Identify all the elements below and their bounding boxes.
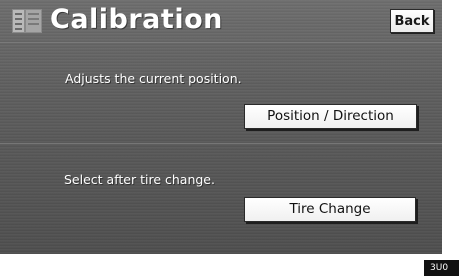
tire-change-button[interactable]: Tire Change <box>244 197 416 222</box>
tire-change-description: Select after tire change. <box>64 172 215 187</box>
page-title: Calibration <box>50 4 223 35</box>
section-divider <box>0 142 442 144</box>
back-button[interactable]: Back <box>390 9 434 33</box>
position-description: Adjusts the current position. <box>65 71 242 86</box>
header-bar: Calibration Back <box>0 0 442 44</box>
header-divider <box>0 42 442 43</box>
calibration-screen: Calibration Back Adjusts the current pos… <box>0 0 442 254</box>
figure-code: 3U0 <box>424 260 459 276</box>
list-menu-icon <box>12 9 42 33</box>
position-direction-button[interactable]: Position / Direction <box>244 104 417 129</box>
